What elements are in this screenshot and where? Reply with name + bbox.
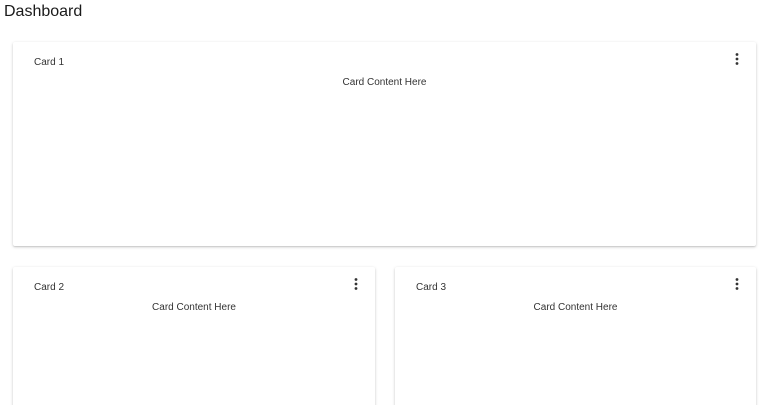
card-1: Card 1 Card Content Here xyxy=(13,42,756,246)
card-menu-button[interactable] xyxy=(733,277,741,291)
card-2: Card 2 Card Content Here xyxy=(13,267,375,405)
card-title: Card 2 xyxy=(34,282,65,293)
card-menu-button[interactable] xyxy=(352,277,360,291)
more-vert-icon xyxy=(735,53,739,65)
card-content: Card Content Here xyxy=(533,302,618,313)
card-title: Card 3 xyxy=(416,282,447,293)
more-vert-icon xyxy=(735,278,739,290)
card-3: Card 3 Card Content Here xyxy=(395,267,756,405)
page-title: Dashboard xyxy=(4,3,83,20)
dashboard-page: Dashboard Card 1 Card Content Here Card … xyxy=(0,0,776,405)
card-menu-button[interactable] xyxy=(733,52,741,66)
card-content: Card Content Here xyxy=(152,302,236,313)
card-title: Card 1 xyxy=(34,57,65,68)
card-content: Card Content Here xyxy=(342,77,427,88)
more-vert-icon xyxy=(354,278,358,290)
